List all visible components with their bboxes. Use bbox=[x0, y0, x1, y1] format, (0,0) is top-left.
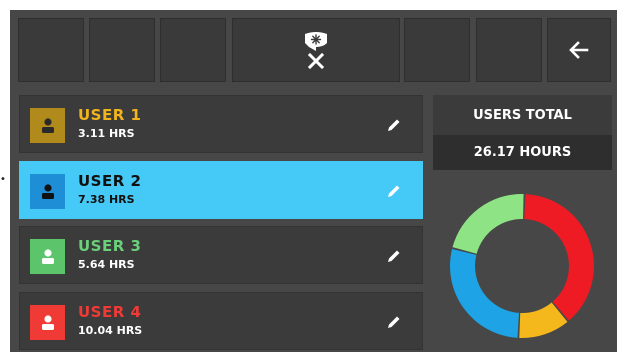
avatar bbox=[30, 239, 65, 274]
user-name: USER 2 bbox=[78, 172, 142, 190]
toolbar-button-3[interactable] bbox=[160, 18, 226, 82]
donut-slice-user-3 bbox=[452, 194, 524, 254]
person-icon bbox=[41, 314, 54, 330]
back-button[interactable] bbox=[547, 18, 611, 82]
avatar bbox=[30, 108, 65, 143]
toolbar-button-2[interactable] bbox=[89, 18, 155, 82]
user-row-4[interactable]: USER 4 10.04 HRS bbox=[19, 292, 423, 350]
donut-slice-user-2 bbox=[450, 248, 520, 338]
app-screen: USER 1 3.11 HRS USER 2 7.38 HRS USER 3 5… bbox=[10, 10, 617, 352]
toolbar-button-4[interactable] bbox=[404, 18, 470, 82]
edit-user-button[interactable] bbox=[384, 115, 404, 135]
heater-off-button[interactable] bbox=[232, 18, 400, 82]
person-icon bbox=[41, 117, 54, 133]
pencil-icon bbox=[388, 316, 400, 328]
pencil-icon bbox=[388, 185, 400, 197]
edit-user-button[interactable] bbox=[384, 312, 404, 332]
users-total-value: 26.17 HOURS bbox=[433, 135, 612, 170]
user-row-1[interactable]: USER 1 3.11 HRS bbox=[19, 95, 423, 153]
selection-pointer: • bbox=[0, 174, 6, 185]
users-total-panel: USERS TOTAL 26.17 HOURS bbox=[433, 95, 612, 170]
avatar bbox=[30, 174, 65, 209]
edit-user-button[interactable] bbox=[384, 181, 404, 201]
toolbar-button-5[interactable] bbox=[476, 18, 542, 82]
person-icon bbox=[41, 183, 54, 199]
pencil-icon bbox=[388, 119, 400, 131]
toolbar-button-1[interactable] bbox=[18, 18, 84, 82]
usage-donut-chart bbox=[450, 194, 594, 338]
edit-user-button[interactable] bbox=[384, 246, 404, 266]
pencil-icon bbox=[388, 250, 400, 262]
user-hours: 3.11 HRS bbox=[78, 127, 135, 140]
user-hours: 7.38 HRS bbox=[78, 193, 135, 206]
fan-heater-off-icon bbox=[305, 32, 327, 70]
avatar bbox=[30, 305, 65, 340]
user-name: USER 4 bbox=[78, 303, 142, 321]
user-row-3[interactable]: USER 3 5.64 HRS bbox=[19, 226, 423, 284]
person-icon bbox=[41, 248, 54, 264]
user-row-2[interactable]: USER 2 7.38 HRS bbox=[19, 161, 423, 219]
user-name: USER 3 bbox=[78, 237, 142, 255]
user-hours: 10.04 HRS bbox=[78, 324, 143, 337]
arrow-left-icon bbox=[569, 41, 589, 59]
users-total-label: USERS TOTAL bbox=[473, 107, 572, 123]
user-name: USER 1 bbox=[78, 106, 142, 124]
donut-slice-user-4 bbox=[524, 194, 594, 321]
user-hours: 5.64 HRS bbox=[78, 258, 135, 271]
